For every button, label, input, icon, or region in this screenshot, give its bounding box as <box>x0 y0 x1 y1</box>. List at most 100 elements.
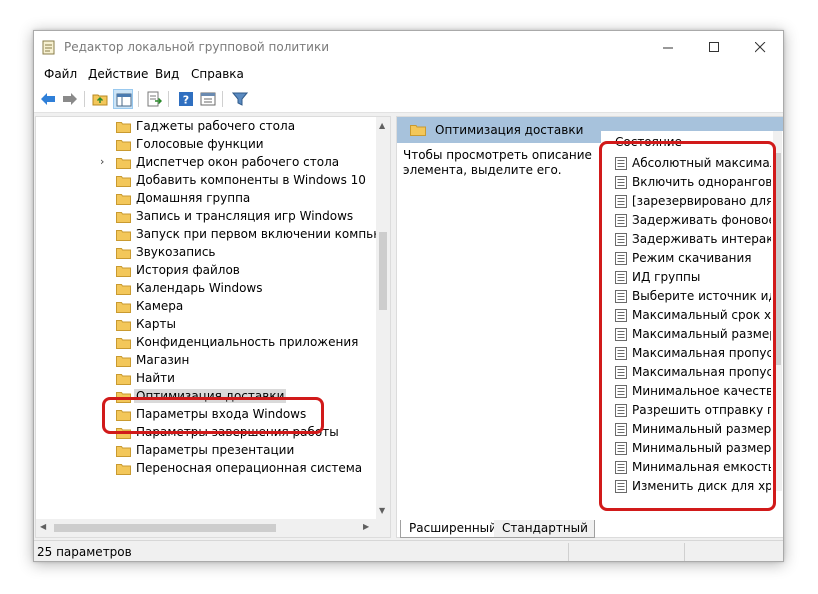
highlight-box-tree-item <box>102 397 324 434</box>
details-description: Чтобы просмотреть описание элемента, выд… <box>403 148 592 177</box>
toolbar-separator <box>138 91 139 107</box>
scroll-down-icon[interactable]: ▼ <box>379 506 385 515</box>
scroll-left-icon[interactable]: ◀ <box>40 522 46 531</box>
tree-item[interactable]: Магазин <box>36 352 376 370</box>
show-hide-tree-icon <box>116 93 132 107</box>
tree-item-label: Диспетчер окон рабочего стола <box>136 155 340 169</box>
tree-item-label: Звукозапись <box>136 245 216 259</box>
tab-extended[interactable]: Расширенный <box>400 520 504 538</box>
close-icon <box>755 42 766 53</box>
export-list-button[interactable] <box>144 89 164 109</box>
up-folder-icon <box>92 94 108 106</box>
tree-item-label: Карты <box>136 317 176 331</box>
folder-icon <box>116 248 131 259</box>
tree-item[interactable]: История файлов <box>36 262 376 280</box>
tree-item-label: Гаджеты рабочего стола <box>136 119 296 133</box>
highlight-box-settings-list <box>599 141 776 511</box>
forward-button[interactable] <box>60 89 80 109</box>
scroll-right-icon[interactable]: ▶ <box>363 522 369 531</box>
help-button[interactable]: ? <box>176 89 196 109</box>
tree-item-label: Добавить компоненты в Windows 10 <box>136 173 366 187</box>
folder-icon <box>116 122 131 133</box>
folder-icon <box>116 266 131 277</box>
tree-item-label: Календарь Windows <box>136 281 263 295</box>
menu-file[interactable]: Файл <box>44 67 77 81</box>
menu-view[interactable]: Вид <box>155 67 179 81</box>
folder-icon <box>116 320 131 331</box>
details-header-title: Оптимизация доставки <box>435 123 584 137</box>
tree-hscroll-thumb[interactable] <box>54 524 276 532</box>
tree-vertical-scrollbar[interactable]: ▲ ▼ <box>376 117 390 519</box>
gpedit-app-icon <box>42 40 55 55</box>
tree-item-label: История файлов <box>136 263 240 277</box>
menu-action[interactable]: Действие <box>88 67 148 81</box>
status-bar: 25 параметров <box>34 540 783 561</box>
folder-icon <box>116 338 131 349</box>
tree-item-label: Найти <box>136 371 175 385</box>
maximize-icon <box>709 42 719 52</box>
expand-chevron-icon[interactable]: › <box>100 155 104 168</box>
minimize-button[interactable] <box>645 31 691 63</box>
tree-horizontal-scrollbar[interactable]: ◀ ▶ <box>36 519 390 537</box>
folder-icon <box>116 230 131 241</box>
toolbar-separator <box>168 91 169 107</box>
filter-icon <box>232 92 248 106</box>
view-tabs: Расширенный Стандартный <box>396 520 783 540</box>
tree-item[interactable]: Гаджеты рабочего стола <box>36 118 376 136</box>
tree-item-label: Запись и трансляция игр Windows <box>136 209 354 223</box>
tree-item[interactable]: Переносная операционная система <box>36 460 376 478</box>
tree-item[interactable]: Домашняя группа <box>36 190 376 208</box>
tree-item-label: Переносная операционная система <box>136 461 363 475</box>
tree-item-label: Запуск при первом включении компьютера <box>136 227 391 241</box>
tree-item[interactable]: Найти <box>36 370 376 388</box>
tree-item[interactable]: Карты <box>36 316 376 334</box>
toolbar-separator <box>222 91 223 107</box>
up-folder-button[interactable] <box>90 89 110 109</box>
tab-standard[interactable]: Стандартный <box>494 520 595 538</box>
tree-item[interactable]: Голосовые функции <box>36 136 376 154</box>
tree-item[interactable]: Конфиденциальность приложения <box>36 334 376 352</box>
tree-item-label: Камера <box>136 299 184 313</box>
menu-help[interactable]: Справка <box>191 67 244 81</box>
properties-button[interactable] <box>198 89 218 109</box>
status-separator <box>684 543 685 561</box>
folder-icon <box>116 140 131 151</box>
tree-item[interactable]: Параметры презентации <box>36 442 376 460</box>
minimize-icon <box>663 47 673 49</box>
folder-icon <box>116 176 131 187</box>
folder-icon <box>116 356 131 367</box>
back-button[interactable] <box>38 89 58 109</box>
tree-item[interactable]: Запись и трансляция игр Windows <box>36 208 376 226</box>
tree-item[interactable]: Камера <box>36 298 376 316</box>
folder-icon <box>410 125 426 136</box>
export-list-icon <box>147 91 162 107</box>
status-text: 25 параметров <box>37 545 132 559</box>
back-arrow-icon <box>41 93 55 105</box>
tree-item[interactable]: Звукозапись <box>36 244 376 262</box>
window-title: Редактор локальной групповой политики <box>64 40 330 54</box>
tree-pane: Гаджеты рабочего стола Голосовые функции ›… <box>35 116 391 538</box>
svg-text:?: ? <box>183 94 189 107</box>
folder-icon <box>116 284 131 295</box>
properties-icon <box>200 92 216 106</box>
folder-icon <box>116 446 131 457</box>
forward-arrow-icon <box>63 93 77 105</box>
maximize-button[interactable] <box>691 31 737 63</box>
scroll-up-icon[interactable]: ▲ <box>379 121 385 130</box>
tree-item[interactable]: › Диспетчер окон рабочего стола <box>36 154 376 172</box>
tree-item-label: Домашняя группа <box>136 191 251 205</box>
help-icon: ? <box>179 92 193 107</box>
show-hide-tree-button[interactable] <box>113 89 133 109</box>
close-button[interactable] <box>737 31 783 63</box>
tree-item-label: Параметры презентации <box>136 443 295 457</box>
tree-scroll-thumb[interactable] <box>379 232 387 310</box>
menu-bar: Файл Действие Вид Справка <box>34 63 783 85</box>
folder-icon <box>116 158 131 169</box>
tree-item[interactable]: Запуск при первом включении компьютера <box>36 226 390 244</box>
tree-item-label: Магазин <box>136 353 190 367</box>
tree-item[interactable]: Календарь Windows <box>36 280 376 298</box>
folder-icon <box>116 194 131 205</box>
folder-icon <box>116 464 131 475</box>
filter-button[interactable] <box>230 89 250 109</box>
tree-item[interactable]: Добавить компоненты в Windows 10 <box>36 172 376 190</box>
